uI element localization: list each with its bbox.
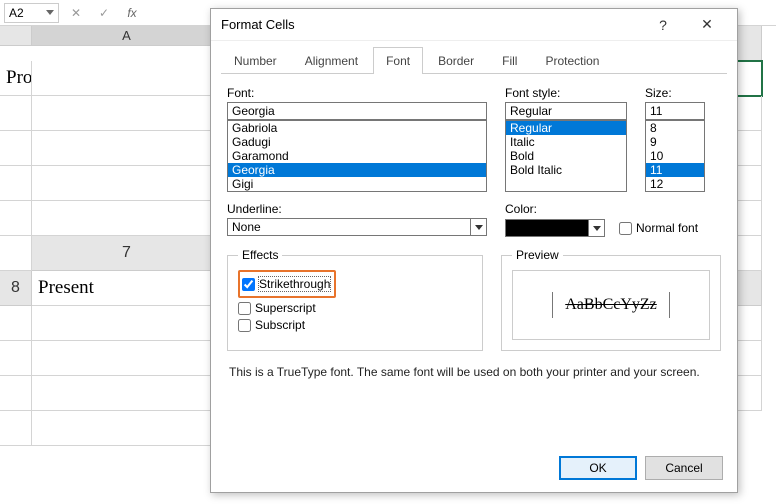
font-label: Font: bbox=[227, 86, 487, 100]
font-option[interactable]: Garamond bbox=[228, 149, 486, 163]
superscript-checkbox[interactable]: Superscript bbox=[238, 301, 472, 315]
preview-sample: AaBbCcYyZz bbox=[552, 292, 670, 318]
insert-function-icon[interactable]: fx bbox=[121, 2, 143, 24]
cell-c3[interactable] bbox=[0, 131, 32, 166]
effects-legend: Effects bbox=[238, 248, 282, 262]
tab-fill[interactable]: Fill bbox=[489, 47, 530, 74]
normal-font-checkbox-input[interactable] bbox=[619, 222, 632, 235]
cell-d3[interactable] bbox=[32, 131, 222, 166]
size-option[interactable]: 14 bbox=[646, 191, 704, 192]
style-option[interactable]: Italic bbox=[506, 135, 626, 149]
size-option[interactable]: 12 bbox=[646, 177, 704, 191]
dialog-close-button[interactable]: ✕ bbox=[687, 10, 727, 40]
size-option-selected[interactable]: 11 bbox=[646, 163, 704, 177]
size-option[interactable]: 9 bbox=[646, 135, 704, 149]
preview-group: Preview AaBbCcYyZz bbox=[501, 248, 721, 351]
dialog-buttons: OK Cancel bbox=[559, 456, 723, 480]
size-option[interactable]: 10 bbox=[646, 149, 704, 163]
strikethrough-label: Strikethrough bbox=[259, 277, 330, 291]
cell-f5[interactable] bbox=[32, 201, 222, 236]
cell-b2[interactable] bbox=[0, 96, 32, 131]
cell-d4[interactable] bbox=[0, 166, 32, 201]
ok-button[interactable]: OK bbox=[559, 456, 637, 480]
size-label: Size: bbox=[645, 86, 705, 100]
subscript-label: Subscript bbox=[255, 318, 305, 332]
style-option[interactable]: Bold bbox=[506, 149, 626, 163]
select-all-cell[interactable] bbox=[0, 26, 32, 46]
row-header-7[interactable]: 7 bbox=[32, 236, 222, 271]
color-picker[interactable] bbox=[505, 219, 605, 237]
cancel-button[interactable]: Cancel bbox=[645, 456, 723, 480]
color-label: Color: bbox=[505, 202, 721, 216]
superscript-label: Superscript bbox=[255, 301, 316, 315]
font-style-label: Font style: bbox=[505, 86, 627, 100]
tab-number[interactable]: Number bbox=[221, 47, 290, 74]
color-dropdown-icon[interactable] bbox=[589, 219, 605, 237]
cancel-entry-icon: ✕ bbox=[65, 2, 87, 24]
superscript-input[interactable] bbox=[238, 302, 251, 315]
normal-font-checkbox[interactable]: Normal font bbox=[619, 221, 698, 235]
style-option-selected[interactable]: Regular bbox=[506, 121, 626, 135]
size-option[interactable]: 8 bbox=[646, 121, 704, 135]
normal-font-label: Normal font bbox=[636, 221, 698, 235]
enter-entry-icon: ✓ bbox=[93, 2, 115, 24]
truetype-note: This is a TrueType font. The same font w… bbox=[229, 365, 719, 379]
cell-b10[interactable] bbox=[0, 341, 32, 376]
cell-e12[interactable] bbox=[32, 411, 222, 446]
font-option[interactable]: Gill Sans MT bbox=[228, 191, 486, 192]
size-listbox[interactable]: 8 9 10 11 12 14 bbox=[645, 120, 705, 192]
subscript-input[interactable] bbox=[238, 319, 251, 332]
strikethrough-input[interactable] bbox=[242, 278, 255, 291]
row-header-8[interactable]: 8 bbox=[0, 271, 32, 306]
cell-e4[interactable] bbox=[32, 166, 222, 201]
cell-a1[interactable]: Project steps bbox=[0, 61, 32, 96]
font-style-listbox[interactable]: Regular Italic Bold Bold Italic bbox=[505, 120, 627, 192]
dialog-help-button[interactable]: ? bbox=[643, 10, 683, 40]
cell-c2[interactable] bbox=[32, 96, 222, 131]
font-option[interactable]: Gadugi bbox=[228, 135, 486, 149]
font-style-input[interactable] bbox=[505, 102, 627, 120]
col-header-a[interactable]: A bbox=[32, 26, 222, 46]
font-option[interactable]: Gabriola bbox=[228, 121, 486, 135]
tab-alignment[interactable]: Alignment bbox=[292, 47, 371, 74]
underline-dropdown-icon[interactable] bbox=[471, 218, 487, 236]
format-cells-dialog: Format Cells ? ✕ Number Alignment Font B… bbox=[210, 8, 738, 493]
cell-c10[interactable] bbox=[32, 341, 222, 376]
name-box-dropdown-icon[interactable] bbox=[46, 10, 54, 15]
style-option[interactable]: Bold Italic bbox=[506, 163, 626, 177]
dialog-title: Format Cells bbox=[221, 17, 295, 32]
underline-combo[interactable] bbox=[227, 218, 487, 236]
cell-d12[interactable] bbox=[0, 411, 32, 446]
cell-f6[interactable] bbox=[0, 236, 32, 271]
tab-border[interactable]: Border bbox=[425, 47, 487, 74]
dialog-tabs: Number Alignment Font Border Fill Protec… bbox=[211, 41, 737, 74]
name-box[interactable]: A2 bbox=[4, 3, 59, 23]
underline-label: Underline: bbox=[227, 202, 487, 216]
subscript-checkbox[interactable]: Subscript bbox=[238, 318, 472, 332]
tab-font[interactable]: Font bbox=[373, 47, 423, 74]
underline-input[interactable] bbox=[227, 218, 471, 236]
preview-box: AaBbCcYyZz bbox=[512, 270, 710, 340]
font-pane: Font: Gabriola Gadugi Garamond Georgia G… bbox=[211, 74, 737, 403]
effects-group: Effects Strikethrough Superscript Subscr… bbox=[227, 248, 483, 351]
color-swatch bbox=[505, 219, 589, 237]
cell-c11[interactable] bbox=[0, 376, 32, 411]
dialog-titlebar[interactable]: Format Cells ? ✕ bbox=[211, 9, 737, 41]
name-box-value: A2 bbox=[9, 6, 24, 20]
font-option[interactable]: Gigi bbox=[228, 177, 486, 191]
font-option-selected[interactable]: Georgia bbox=[228, 163, 486, 177]
cell-b1[interactable] bbox=[32, 61, 222, 96]
cell-b9[interactable] bbox=[32, 306, 222, 341]
font-listbox[interactable]: Gabriola Gadugi Garamond Georgia Gigi Gi… bbox=[227, 120, 487, 192]
cell-d11[interactable] bbox=[32, 376, 222, 411]
size-input[interactable] bbox=[645, 102, 705, 120]
tab-protection[interactable]: Protection bbox=[532, 47, 612, 74]
cell-a9[interactable] bbox=[0, 306, 32, 341]
cell-a8[interactable]: Present bbox=[32, 271, 222, 306]
strikethrough-checkbox[interactable]: Strikethrough bbox=[242, 277, 330, 291]
font-input[interactable] bbox=[227, 102, 487, 120]
preview-legend: Preview bbox=[512, 248, 563, 262]
cell-e5[interactable] bbox=[0, 201, 32, 236]
